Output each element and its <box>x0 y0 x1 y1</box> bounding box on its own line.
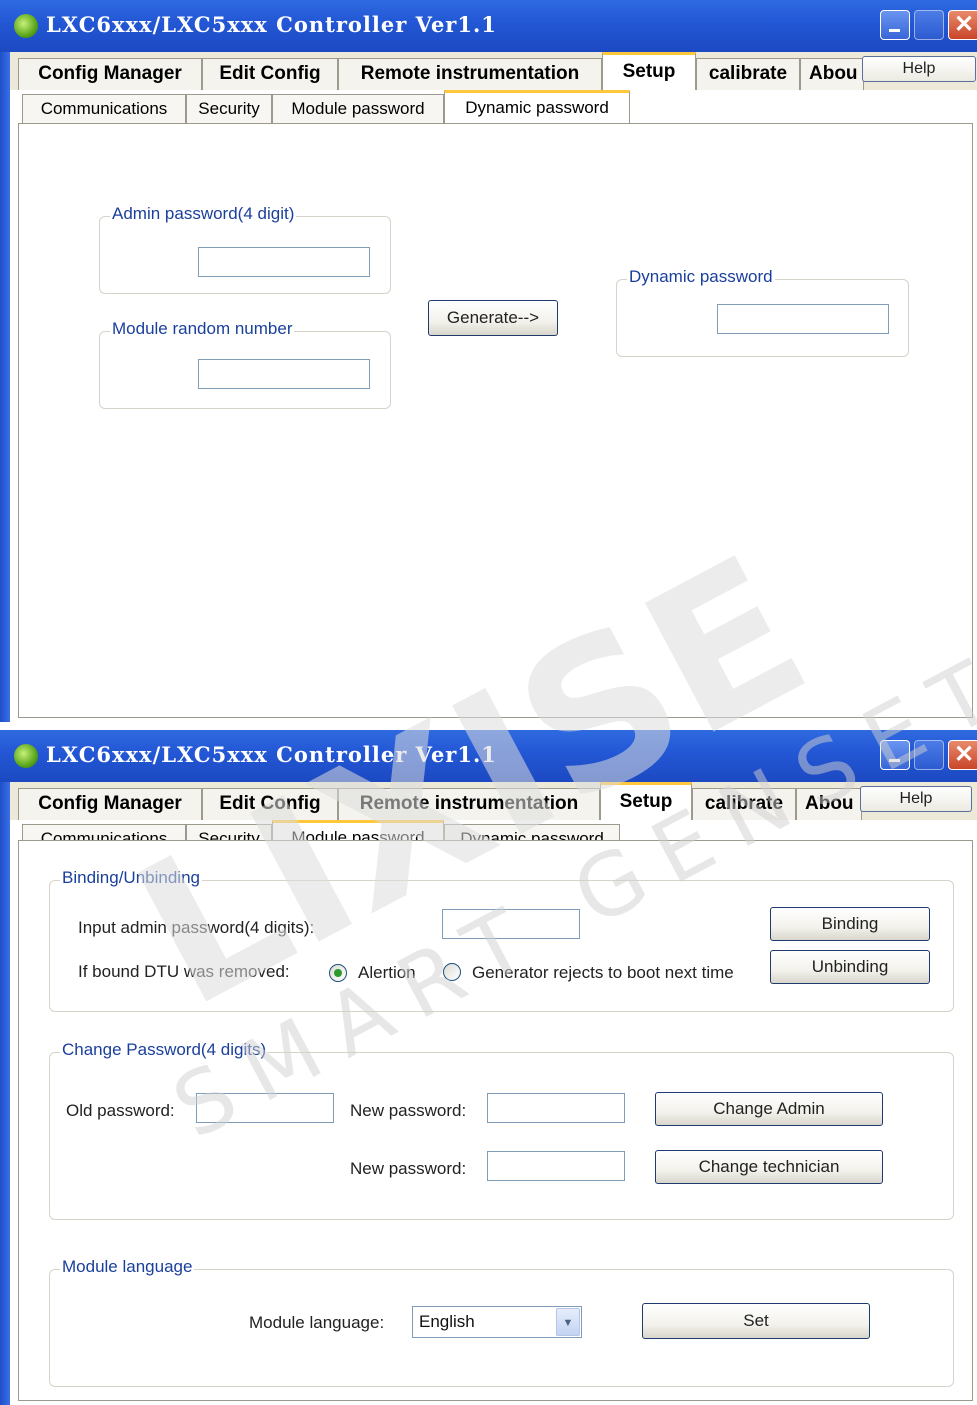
module-language-label: Module language: <box>249 1313 385 1332</box>
tab-calibrate[interactable]: calibrate <box>692 788 796 820</box>
close-icon[interactable]: ✕ <box>948 740 977 770</box>
window-dynamic-password: LXC6xxx/LXC5xxx Controller Ver1.1 ✕ Conf… <box>0 0 977 722</box>
admin-password-group-title: Admin password(4 digit) <box>110 204 297 224</box>
maximize-icon[interactable] <box>914 740 944 770</box>
new-admin-password-input[interactable] <box>487 1093 625 1123</box>
tab-config-manager[interactable]: Config Manager <box>18 788 202 820</box>
change-admin-button[interactable]: Change Admin <box>655 1092 883 1126</box>
tab-communications[interactable]: Communications <box>22 94 186 124</box>
unbinding-button[interactable]: Unbinding <box>770 950 930 984</box>
window-title: LXC6xxx/LXC5xxx Controller Ver1.1 <box>46 12 497 37</box>
alertion-option-label: Alertion <box>358 963 416 982</box>
alertion-radio[interactable] <box>329 964 347 982</box>
change-technician-button[interactable]: Change technician <box>655 1150 883 1184</box>
window-title: LXC6xxx/LXC5xxx Controller Ver1.1 <box>46 742 497 767</box>
old-password-label: Old password: <box>66 1101 175 1120</box>
chevron-down-icon[interactable]: ▼ <box>556 1308 580 1336</box>
title-bar[interactable]: LXC6xxx/LXC5xxx Controller Ver1.1 ✕ <box>0 730 977 782</box>
tab-config-manager[interactable]: Config Manager <box>18 58 202 90</box>
binding-group-title: Binding/Unbinding <box>60 868 202 888</box>
tab-dynamic-password[interactable]: Dynamic password <box>444 90 630 124</box>
window-left-border <box>0 730 10 1405</box>
main-tab-strip: Config Manager Edit Config Remote instru… <box>10 782 977 820</box>
new-technician-password-input[interactable] <box>487 1151 625 1181</box>
tab-remote-instrumentation[interactable]: Remote instrumentation <box>338 788 600 820</box>
binding-group: Binding/Unbinding Input admin password(4… <box>49 868 954 1012</box>
tab-calibrate[interactable]: calibrate <box>696 58 800 90</box>
module-language-select[interactable]: English ▼ <box>412 1306 582 1338</box>
tab-edit-config[interactable]: Edit Config <box>202 788 338 820</box>
main-tab-strip: Config Manager Edit Config Remote instru… <box>10 52 977 90</box>
dynamic-password-panel: Admin password(4 digit) Module random nu… <box>18 123 973 718</box>
tab-remote-instrumentation[interactable]: Remote instrumentation <box>338 58 602 90</box>
set-language-button[interactable]: Set <box>642 1303 870 1339</box>
dynamic-password-group: Dynamic password <box>616 267 909 357</box>
tab-setup[interactable]: Setup <box>600 782 692 820</box>
module-language-group: Module language Module language: English… <box>49 1257 954 1387</box>
maximize-icon[interactable] <box>914 10 944 40</box>
dynamic-password-group-title: Dynamic password <box>627 267 775 287</box>
change-password-group-title: Change Password(4 digits) <box>60 1040 269 1060</box>
module-password-panel: Binding/Unbinding Input admin password(4… <box>18 840 973 1401</box>
admin-password-input[interactable] <box>198 247 370 277</box>
change-password-group: Change Password(4 digits) Old password: … <box>49 1040 954 1220</box>
tab-about[interactable]: Abou <box>796 788 862 820</box>
help-button[interactable]: Help <box>860 786 972 812</box>
generate-button[interactable]: Generate--> <box>428 300 558 336</box>
random-number-group: Module random number <box>99 319 391 409</box>
help-button[interactable]: Help <box>862 56 976 82</box>
new-password-label: New password: <box>350 1159 467 1178</box>
new-password-label: New password: <box>350 1101 467 1120</box>
tab-security[interactable]: Security <box>186 94 272 124</box>
admin-password-input[interactable] <box>442 909 580 939</box>
minimize-icon[interactable] <box>880 740 910 770</box>
app-logo-icon <box>14 14 38 38</box>
title-bar[interactable]: LXC6xxx/LXC5xxx Controller Ver1.1 ✕ <box>0 0 977 52</box>
binding-button[interactable]: Binding <box>770 907 930 941</box>
module-language-value: English <box>419 1312 475 1331</box>
module-language-group-title: Module language <box>60 1257 195 1277</box>
app-logo-icon <box>14 744 38 768</box>
input-admin-password-label: Input admin password(4 digits): <box>78 918 315 937</box>
random-number-group-title: Module random number <box>110 319 295 339</box>
tab-about[interactable]: Abou <box>800 58 864 90</box>
admin-password-group: Admin password(4 digit) <box>99 204 391 294</box>
reject-boot-option-label: Generator rejects to boot next time <box>472 963 734 982</box>
old-password-input[interactable] <box>196 1093 334 1123</box>
close-icon[interactable]: ✕ <box>948 10 977 40</box>
minimize-icon[interactable] <box>880 10 910 40</box>
tab-module-password[interactable]: Module password <box>272 94 444 124</box>
dtu-removed-label: If bound DTU was removed: <box>78 962 290 981</box>
dynamic-password-output[interactable] <box>717 304 889 334</box>
window-module-password: LXC6xxx/LXC5xxx Controller Ver1.1 ✕ Conf… <box>0 730 977 1405</box>
tab-edit-config[interactable]: Edit Config <box>202 58 338 90</box>
reject-boot-radio[interactable] <box>443 963 461 981</box>
random-number-input[interactable] <box>198 359 370 389</box>
tab-setup[interactable]: Setup <box>602 52 696 90</box>
sub-tab-strip: Communications Security Module password … <box>10 90 977 124</box>
window-left-border <box>0 0 10 722</box>
